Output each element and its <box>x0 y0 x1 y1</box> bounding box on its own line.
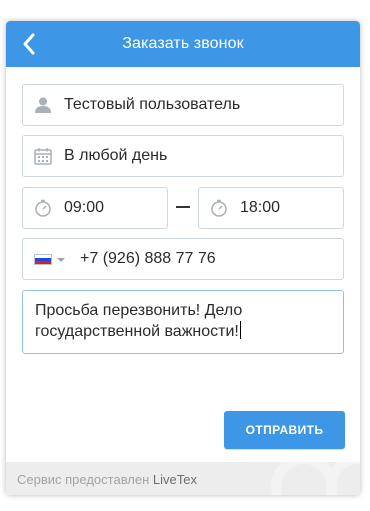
footer: Сервис предоставлен LiveTex <box>6 462 360 495</box>
footer-text: Сервис предоставлен LiveTex <box>17 472 197 487</box>
text-caret <box>239 321 241 339</box>
stopwatch-icon <box>34 199 52 217</box>
day-value: В любой день <box>64 147 168 164</box>
time-to-value: 18:00 <box>240 199 281 216</box>
submit-button[interactable]: ОТПРАВИТЬ <box>224 411 345 449</box>
time-to-field[interactable]: 18:00 <box>198 187 344 229</box>
country-dropdown-icon[interactable] <box>57 258 65 262</box>
widget-title: Заказать звонок <box>122 35 244 52</box>
name-field[interactable]: Тестовый пользователь <box>22 84 344 126</box>
footer-prefix: Сервис предоставлен <box>17 472 153 487</box>
calendar-icon <box>34 147 52 165</box>
message-value: Просьба перезвонить! Дело государственно… <box>35 302 243 340</box>
stopwatch-icon <box>210 199 228 217</box>
callback-widget: Заказать звонок Тестовый пользователь В … <box>6 21 360 495</box>
name-value: Тестовый пользователь <box>64 96 241 113</box>
time-from-value: 09:00 <box>64 199 105 216</box>
user-icon <box>34 96 52 114</box>
livetex-watermark-icon <box>271 462 360 495</box>
livetex-link[interactable]: LiveTex <box>153 472 197 487</box>
time-range-dash <box>176 206 190 208</box>
time-from-field[interactable]: 09:00 <box>22 187 168 229</box>
russia-flag-icon[interactable] <box>34 254 52 265</box>
day-field[interactable]: В любой день <box>22 135 344 177</box>
phone-value: +7 (926) 888 77 76 <box>80 250 216 267</box>
phone-field[interactable]: +7 (926) 888 77 76 <box>22 238 344 280</box>
widget-header: Заказать звонок <box>6 21 360 67</box>
message-textarea[interactable]: Просьба перезвонить! Дело государственно… <box>22 290 344 354</box>
